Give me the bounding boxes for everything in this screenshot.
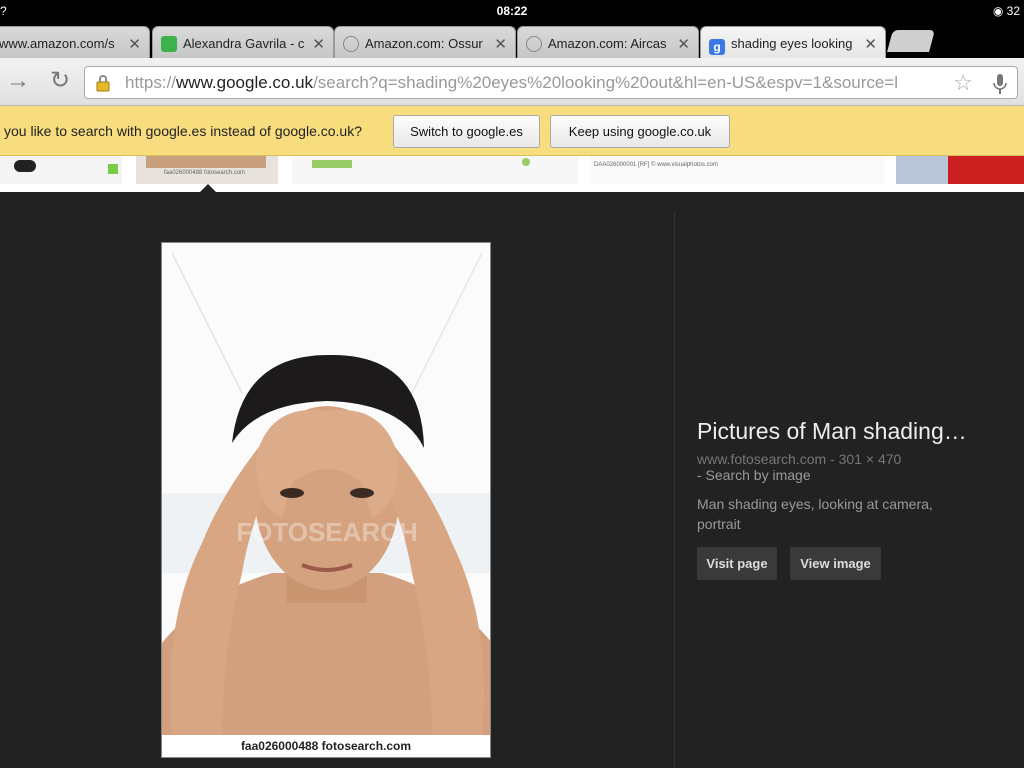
thumbnail-shoe	[14, 160, 36, 172]
watermark: FOTOSEARCH	[236, 517, 418, 547]
tab-amazon-ossur[interactable]: Amazon.com: Ossur ✕	[334, 26, 516, 58]
battery-indicator: ◉ 32	[993, 4, 1020, 18]
google-icon: g	[709, 39, 725, 55]
new-tab-button[interactable]	[887, 30, 935, 52]
man-shading-eyes-photo: FOTOSEARCH	[162, 243, 490, 737]
close-tab-icon[interactable]: ✕	[494, 35, 507, 53]
search-domain-infobar: you like to search with google.es instea…	[0, 106, 1024, 156]
battery-percent: 32	[1006, 4, 1020, 18]
rotation-lock-icon: ◉	[992, 4, 1004, 18]
omnibox[interactable]: https://www.google.co.uk/search?q=shadin…	[84, 66, 1018, 99]
selected-thumbnail-caret	[200, 184, 216, 192]
url-scheme: https://	[125, 73, 177, 92]
close-tab-icon[interactable]: ✕	[128, 35, 141, 53]
url-path: /search?q=shading%20eyes%20looking%20out…	[313, 73, 899, 92]
tab-strip: www.amazon.com/s ✕ Alexandra Gavrila - c…	[0, 22, 1024, 58]
tab-title: www.amazon.com/s	[0, 36, 115, 51]
meta-separator: -	[826, 451, 839, 467]
tab-amazon-search[interactable]: www.amazon.com/s ✕	[0, 26, 150, 58]
status-bar: ? 08:22 ◉ 32	[0, 0, 1024, 22]
search-by-image-link[interactable]: - Search by image	[697, 467, 811, 483]
thumbnail-caption: faa026000488 fotosearch.com	[164, 170, 246, 176]
source-domain[interactable]: www.fotosearch.com	[697, 451, 826, 467]
image-details: Pictures of Man shading… www.fotosearch.…	[697, 418, 1017, 580]
result-title[interactable]: Pictures of Man shading…	[697, 418, 1017, 445]
view-image-button[interactable]: View image	[790, 547, 881, 580]
thumbnail-dot	[522, 158, 530, 166]
image-dimensions: 301 × 470	[838, 451, 902, 467]
lock-icon	[96, 75, 110, 92]
tab-alexandra-gavrila[interactable]: Alexandra Gavrila - c ✕	[152, 26, 334, 58]
url-host: www.google.co.uk	[176, 73, 314, 92]
globe-icon	[526, 36, 542, 52]
preview-caption: faa026000488 fotosearch.com	[162, 735, 490, 757]
tab-title: Amazon.com: Ossur	[365, 36, 483, 51]
tab-title: shading eyes looking	[731, 36, 853, 51]
close-tab-icon[interactable]: ✕	[864, 35, 877, 53]
result-thumbnail[interactable]	[896, 156, 1024, 184]
preview-image[interactable]: FOTOSEARCH faa026000488 fotosearch.com	[161, 242, 491, 758]
toolbar: → ↻ https://www.google.co.uk/search?q=sh…	[0, 58, 1024, 106]
reload-icon[interactable]: ↻	[46, 68, 74, 96]
thumbnail-logo	[312, 160, 352, 168]
tab-title: Alexandra Gavrila - c	[183, 36, 305, 51]
result-meta: www.fotosearch.com - 301 × 470 - Search …	[697, 451, 1017, 483]
result-thumbnail[interactable]	[292, 156, 578, 184]
close-tab-icon[interactable]: ✕	[677, 35, 690, 53]
switch-domain-button[interactable]: Switch to google.es	[393, 115, 540, 148]
tab-shading-eyes[interactable]: g shading eyes looking ✕	[700, 26, 886, 58]
image-results-strip: faa026000488 fotosearch.com DAA026000001…	[0, 156, 1024, 192]
result-thumbnail-selected[interactable]: faa026000488 fotosearch.com	[136, 156, 278, 184]
forward-arrow-icon[interactable]: →	[4, 68, 32, 96]
visit-page-button[interactable]: Visit page	[697, 547, 777, 580]
keep-domain-button[interactable]: Keep using google.co.uk	[550, 115, 730, 148]
tab-title: Amazon.com: Aircas	[548, 36, 667, 51]
thumbnail-caption: DAA026000001 [RF] © www.visualphotos.com	[594, 162, 718, 168]
status-time: 08:22	[496, 4, 528, 18]
url-text[interactable]: https://www.google.co.uk/search?q=shadin…	[125, 73, 945, 93]
tab-amazon-aircast[interactable]: Amazon.com: Aircas ✕	[517, 26, 699, 58]
infobar-message: you like to search with google.es instea…	[4, 123, 363, 139]
thumbnail-skin	[146, 156, 266, 168]
panel-divider	[674, 212, 675, 768]
result-thumbnail[interactable]: DAA026000001 [RF] © www.visualphotos.com	[590, 156, 884, 184]
thumbnail-badge	[108, 164, 118, 174]
close-tab-icon[interactable]: ✕	[312, 35, 325, 53]
thumbnail-red-fabric	[948, 156, 1024, 184]
image-description: Man shading eyes, looking at camera, por…	[697, 496, 933, 532]
result-thumbnail[interactable]	[0, 156, 122, 184]
globe-icon	[343, 36, 359, 52]
microphone-icon[interactable]	[993, 73, 1007, 95]
bookmark-star-icon[interactable]: ☆	[953, 70, 973, 96]
green-square-icon	[161, 36, 177, 52]
